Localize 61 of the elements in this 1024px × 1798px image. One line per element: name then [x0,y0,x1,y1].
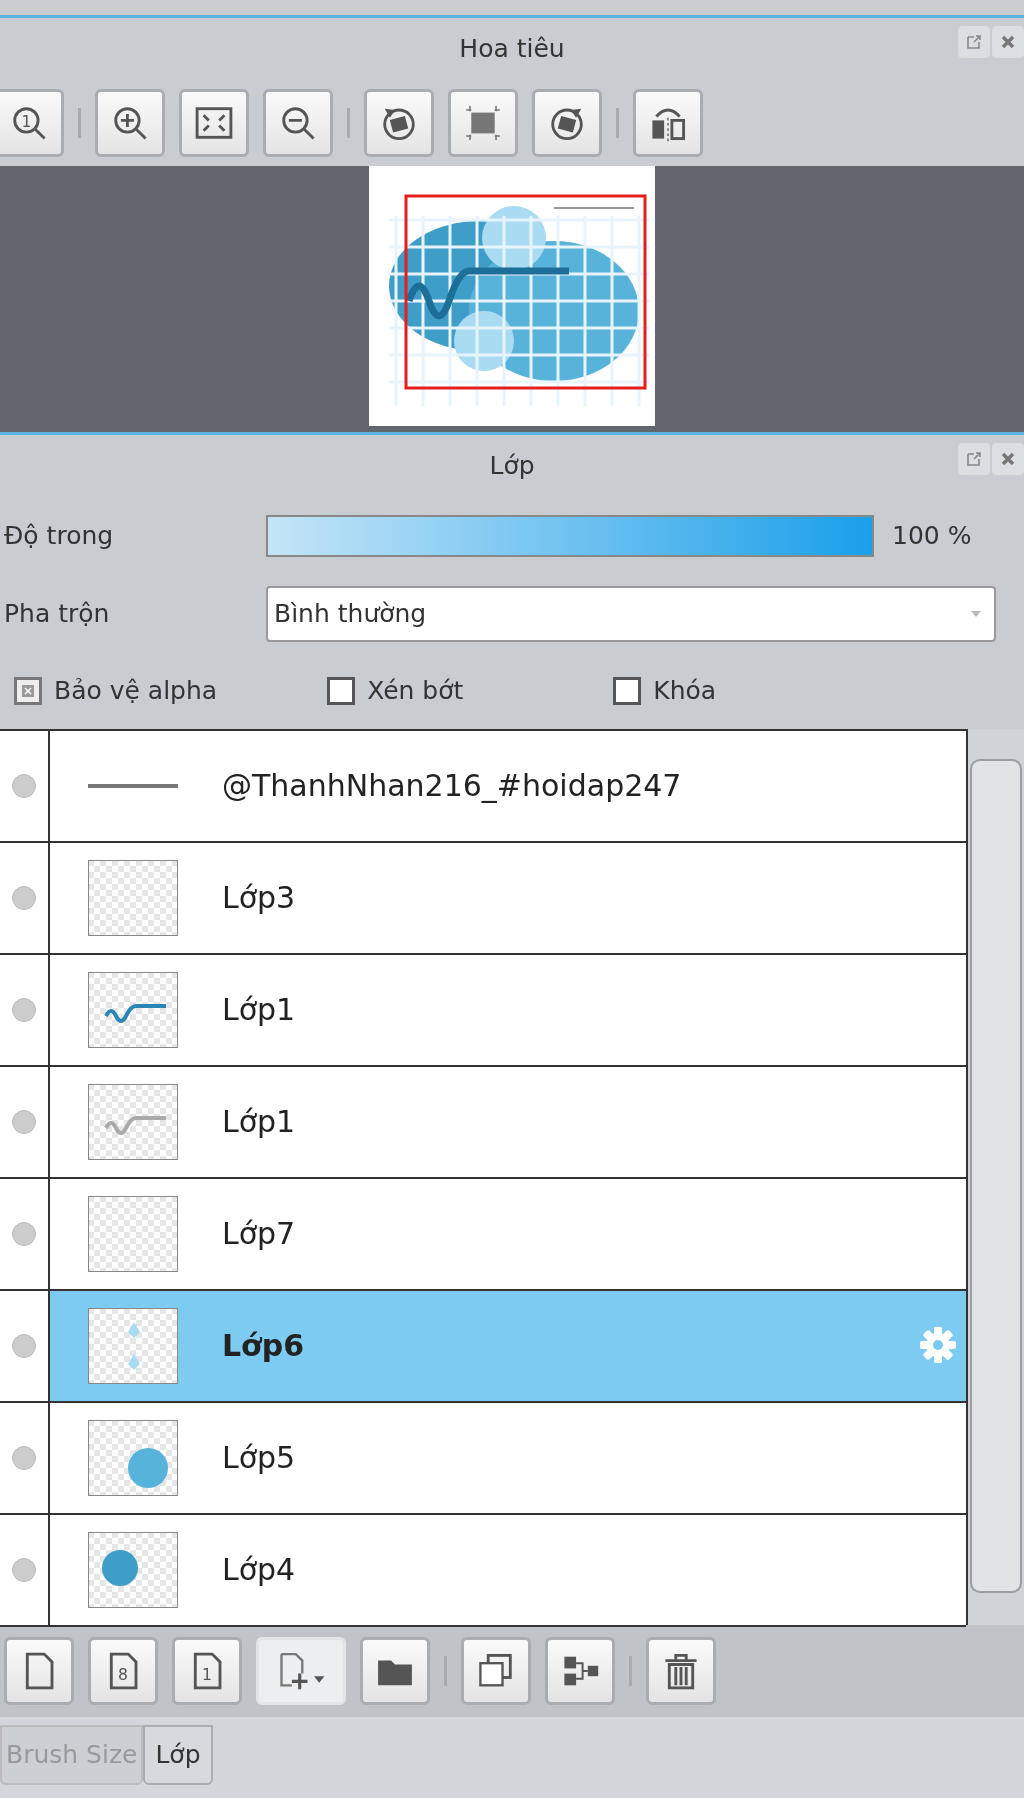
add-menu-button[interactable] [256,1636,346,1705]
zoom-out-button[interactable] [263,88,333,157]
layer-row[interactable]: Lớp1 [0,1066,966,1179]
panel-title: Hoa tiêu [459,34,565,64]
layer-name: Lớp1 [222,1104,296,1140]
opacity-label: Độ trong [4,521,115,551]
checkbox[interactable] [14,676,42,705]
layer-name: Lớp1 [222,992,296,1028]
caret-icon [970,609,982,618]
visibility-toggle[interactable] [12,1445,36,1470]
panel-tab[interactable]: Lớp [143,1724,213,1785]
numbered-page-button[interactable]: 1 [172,1636,242,1705]
new-page-button[interactable] [4,1636,74,1705]
layer-name: Lớp5 [222,1440,296,1476]
layer-row[interactable]: Lớp3 [0,842,966,955]
rotate-left-button[interactable] [364,88,434,157]
layer-row[interactable]: Lớp7 [0,1178,966,1291]
layer-row[interactable]: Lớp4 [0,1514,966,1627]
visibility-toggle[interactable] [12,1333,36,1358]
layer-name: Lớp6 [222,1328,305,1364]
fit-button[interactable] [179,88,249,157]
layer-row[interactable]: @ThanhNhan216_#hoidap247 [0,730,966,843]
close-button[interactable] [992,25,1024,58]
blend-mode-dropdown[interactable]: Bình thường [266,585,996,642]
visibility-toggle[interactable] [12,1109,36,1134]
visibility-toggle[interactable] [12,885,36,910]
layer-row[interactable]: Lớp5 [0,1402,966,1515]
folder-button[interactable] [360,1636,430,1705]
float-button[interactable] [958,25,990,58]
layer-name: Lớp4 [222,1552,296,1588]
zoom-in-button[interactable] [95,88,165,157]
trash-button[interactable] [646,1636,716,1705]
visibility-toggle[interactable] [12,1221,36,1246]
cross-mark-icon [21,683,35,698]
checkbox-label: Bảo vệ alpha [54,676,218,706]
checkbox-label: Khóa [653,676,717,706]
pop-out-icon [965,449,983,468]
visibility-toggle[interactable] [12,997,36,1022]
opacity-value: 100 % [892,521,972,551]
layer-name: Lớp3 [222,880,296,916]
merge-button[interactable] [545,1636,615,1705]
close-button[interactable] [992,442,1024,475]
float-button[interactable] [958,442,990,475]
reset-rotation-button[interactable] [448,88,518,157]
visibility-toggle[interactable] [12,773,36,798]
layer-row[interactable]: Lớp6 [0,1290,966,1403]
flip-button[interactable] [633,88,703,157]
visibility-toggle[interactable] [12,1557,36,1582]
rotate-right-button[interactable] [532,88,602,157]
numbered-page-button[interactable]: 8 [88,1636,158,1705]
checkbox-label: Xén bớt [367,676,464,706]
checkbox[interactable] [327,676,356,705]
checkbox[interactable] [613,676,642,705]
duplicate-button[interactable] [461,1636,531,1705]
panel-title: Lớp [489,451,535,481]
layer-name: @ThanhNhan216_#hoidap247 [222,768,682,804]
blend-mode-label: Pha trộn [4,599,111,629]
zoom-actual-button[interactable]: 1 [0,88,64,157]
pop-out-icon [965,32,983,51]
layer-name: Lớp7 [222,1216,296,1252]
layer-row[interactable]: Lớp1 [0,954,966,1067]
